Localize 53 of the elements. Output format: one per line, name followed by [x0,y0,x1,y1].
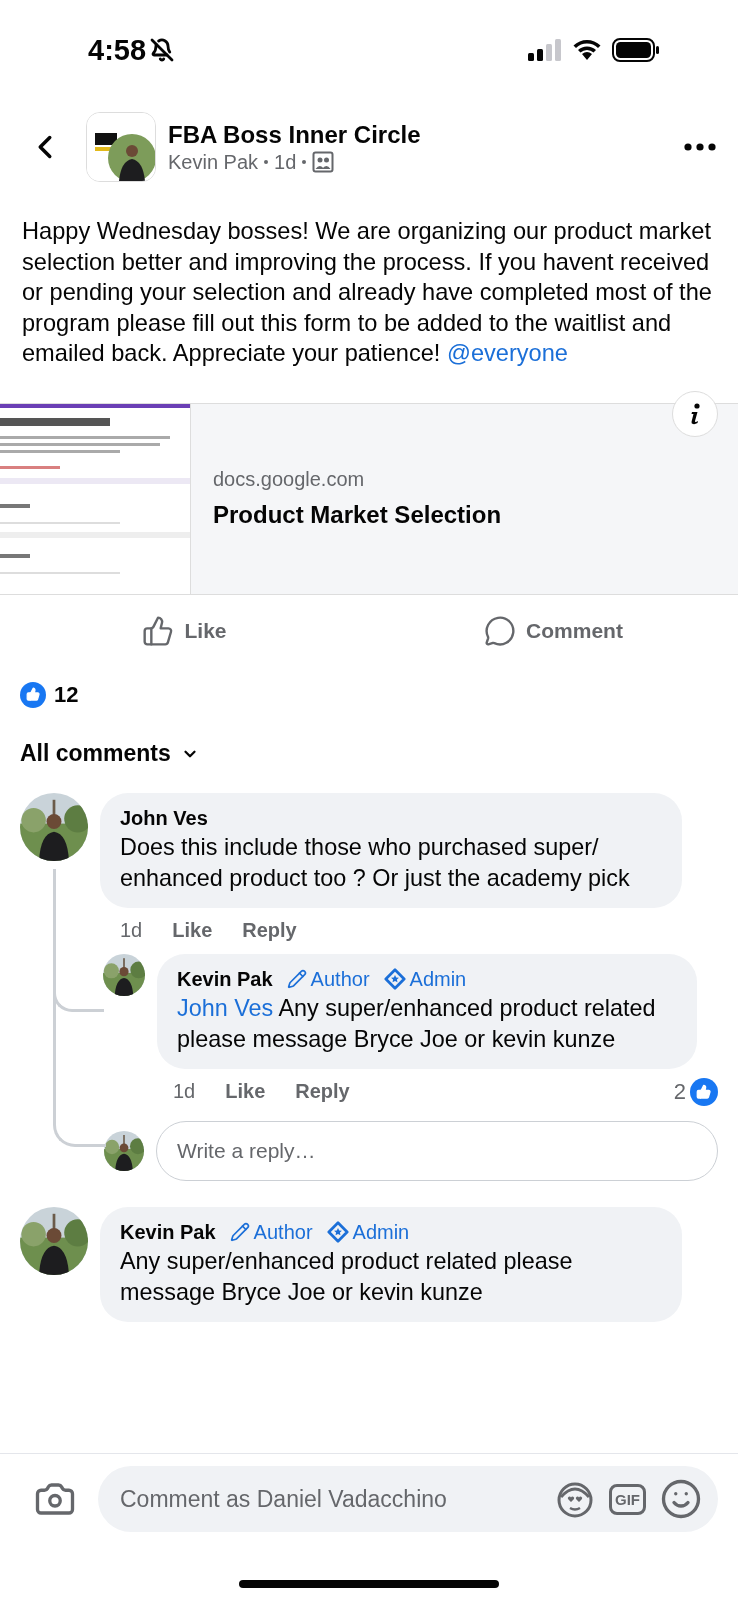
comment-time: 1d [120,919,143,942]
gif-button[interactable]: GIF [609,1483,646,1515]
reply-link[interactable]: Reply [295,1080,350,1103]
role-badge-label: Admin [409,967,467,991]
comment-time: 1d [173,1080,196,1103]
mention-link[interactable]: John Ves [177,994,274,1021]
post-author[interactable]: Kevin Pak [168,150,259,174]
signal-icon [528,39,562,61]
status-time: 4:58 [88,33,147,67]
pencil-icon [286,969,307,989]
dot-icon [302,160,307,164]
like-link[interactable]: Like [225,1080,266,1103]
comment-text: Any super/enhanced product related please message Bryce Joe or kevin kunze [120,1246,574,1307]
post-time: 1d [274,150,297,174]
like-count: 2 [673,1078,686,1105]
thumbs-up-icon [142,614,175,647]
diamond-star-icon [383,968,406,990]
group-avatar[interactable] [86,112,156,182]
link-title: Product Market Selection [213,501,502,529]
like-reaction-icon [20,681,46,708]
role-badge-label: Author [310,967,370,991]
post-text: Happy Wednesday bosses! We are organizing our product market selection better and improving the process. If you havent received or pending your selection and already have completed most of the program please fill out this form to be added to the waitlist and emailed back. Appreciate your patience! @everyone [22,217,713,368]
comment-text: Does this include those who purchased super/ enhanced product too ? Or just the academy pick [120,832,631,893]
link-domain: docs.google.com [213,468,366,491]
link-preview-card[interactable]: docs.google.com Product Market Selection [0,402,738,595]
mention-link[interactable]: @everyone [446,340,568,366]
dot-icon [264,160,269,164]
reaction-count[interactable]: 12 [54,681,79,708]
like-reaction-icon [690,1077,718,1106]
group-people-icon [312,151,335,173]
comment-input-field[interactable]: Comment as Daniel Vadacchino GIF [98,1466,718,1532]
emoji-button[interactable] [660,1478,702,1520]
role-badge-label: Admin [352,1220,410,1244]
commenter-name: John Ves [120,806,208,830]
commenter-name: Kevin Pak [120,1220,216,1244]
diamond-star-icon [326,1221,349,1243]
pencil-icon [229,1222,250,1242]
like-button[interactable]: Like [0,613,369,648]
speech-bubble-icon [484,614,517,647]
reply-link[interactable]: Reply [242,919,297,942]
commenter-name: Kevin Pak [177,967,273,991]
reply-input-field[interactable]: Write a reply… [156,1120,718,1181]
group-name[interactable]: FBA Boss Inner Circle [168,120,684,149]
role-badge-label: Author [253,1220,313,1244]
info-button[interactable] [672,390,718,437]
comment-button[interactable]: Comment [369,613,738,648]
comment-text: John Ves Any super/enhanced product related please message Bryce Joe or kevin kunze [177,993,657,1054]
smiley-icon [660,1478,702,1520]
battery-icon [612,38,660,62]
more-button[interactable] [684,143,716,151]
like-link[interactable]: Like [172,919,213,942]
wifi-icon [572,39,602,61]
comments-filter[interactable]: All comments [0,722,738,785]
